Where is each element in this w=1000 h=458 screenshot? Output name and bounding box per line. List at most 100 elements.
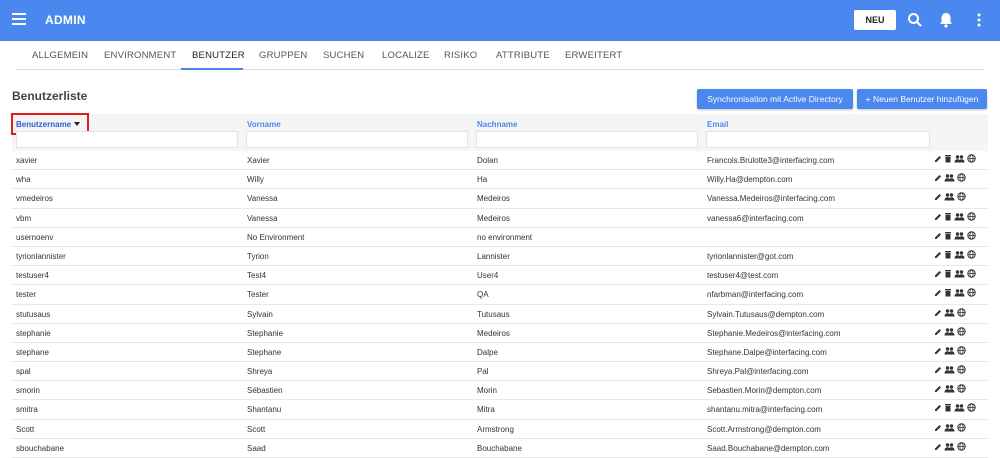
email-filter-input[interactable] [706, 131, 930, 148]
edit-icon[interactable] [934, 365, 942, 374]
edit-icon[interactable] [934, 154, 942, 163]
group-icon[interactable] [944, 327, 955, 336]
delete-icon[interactable] [944, 250, 952, 259]
column-header-firstname[interactable]: Vorname [247, 120, 281, 129]
delete-icon[interactable] [944, 154, 952, 163]
globe-icon[interactable] [957, 173, 966, 182]
group-icon[interactable] [944, 308, 955, 317]
edit-icon[interactable] [934, 403, 942, 412]
table-row[interactable]: wha Willy Ha Willy.Ha@dempton.com [12, 170, 988, 190]
edit-icon[interactable] [934, 173, 942, 182]
table-row[interactable]: xavier Xavier Dolan Francois.Brulotte3@inte… [12, 151, 988, 171]
delete-icon[interactable] [944, 231, 952, 240]
username-cell: stephanie [16, 328, 51, 338]
group-icon[interactable] [954, 269, 965, 278]
sync-active-directory-button[interactable]: Synchronisation mit Active Directory [697, 89, 853, 109]
column-header-lastname[interactable]: Nachname [477, 120, 517, 129]
table-row[interactable]: spal Shreya Pal Shreya.Pal@interfacing.com [12, 362, 988, 382]
group-icon[interactable] [954, 250, 965, 259]
table-row[interactable]: smitra Shantanu Mitra shantanu.mitra@interf… [12, 400, 988, 420]
globe-icon[interactable] [957, 442, 966, 451]
edit-icon[interactable] [934, 346, 942, 355]
group-icon[interactable] [944, 192, 955, 201]
tab-risiko[interactable]: RISIKO [444, 50, 477, 61]
tab-gruppen[interactable]: GRUPPEN [259, 50, 307, 61]
edit-icon[interactable] [934, 423, 942, 432]
globe-icon[interactable] [957, 326, 966, 336]
group-icon[interactable] [944, 365, 955, 374]
username-cell: Scott [16, 424, 35, 434]
table-row[interactable]: vmedeiros Vanessa Medeiros Vanessa.Medeiros… [12, 189, 988, 209]
delete-icon[interactable] [944, 403, 952, 412]
more-vertical-icon[interactable] [970, 11, 988, 29]
table-row[interactable]: usernoenv No Environment no environment [12, 228, 988, 247]
globe-icon[interactable] [967, 231, 976, 240]
column-header-email[interactable]: Email [707, 120, 728, 129]
group-icon[interactable] [954, 231, 965, 240]
new-button[interactable]: NEU [854, 10, 896, 30]
delete-icon[interactable] [944, 288, 952, 297]
edit-icon[interactable] [934, 442, 942, 451]
globe-icon[interactable] [957, 307, 966, 317]
table-row[interactable]: stephane Stephane Dalpe Stephane.Dalpe@inte… [12, 343, 988, 363]
group-icon[interactable] [954, 288, 965, 297]
firstname-cell: No Environment [247, 232, 305, 242]
group-icon[interactable] [944, 442, 955, 451]
firstname-cell: Stephanie [247, 328, 284, 338]
delete-icon[interactable] [944, 212, 952, 221]
tab-attribute[interactable]: ATTRIBUTE [496, 50, 550, 61]
tab-localize[interactable]: LOCALIZE [382, 50, 430, 61]
add-user-button[interactable]: + Neuen Benutzer hinzufügen [857, 89, 987, 109]
edit-icon[interactable] [934, 308, 942, 317]
table-row[interactable]: smorin Sébastien Morin Sebastien.Morin@demp… [12, 381, 988, 401]
group-icon[interactable] [944, 423, 955, 432]
globe-icon[interactable] [967, 211, 976, 221]
edit-icon[interactable] [934, 327, 942, 336]
group-icon[interactable] [944, 346, 955, 355]
globe-icon[interactable] [957, 384, 966, 393]
group-icon[interactable] [954, 154, 965, 163]
delete-icon[interactable] [944, 269, 952, 278]
firstname-filter-input[interactable] [246, 131, 468, 148]
table-row[interactable]: stephanie Stephanie Medeiros Stephanie.Mede… [12, 324, 988, 343]
menu-icon[interactable] [12, 13, 26, 27]
tab-suchen[interactable]: SUCHEN [323, 50, 364, 61]
lastname-cell: Medeiros [477, 213, 510, 223]
table-row[interactable]: tyrionlannister Tyrion Lannister tyrionlann… [12, 247, 988, 267]
edit-icon[interactable] [934, 231, 942, 240]
bell-icon[interactable] [937, 11, 955, 29]
table-row[interactable]: Scott Scott Armstrong Scott.Armstrong@dempt… [12, 420, 988, 439]
globe-icon[interactable] [967, 288, 976, 298]
edit-icon[interactable] [934, 212, 942, 221]
globe-icon[interactable] [967, 403, 976, 413]
group-icon[interactable] [954, 403, 965, 412]
tab-benutzer[interactable]: BENUTZER [192, 50, 245, 61]
table-row[interactable]: tester Tester QA nfarbman@interfacing.com [12, 285, 988, 305]
globe-icon[interactable] [957, 365, 966, 374]
lastname-filter-input[interactable] [476, 131, 698, 148]
row-actions [934, 173, 968, 185]
username-filter-input[interactable] [16, 131, 238, 148]
globe-icon[interactable] [957, 422, 966, 432]
table-row[interactable]: vbm Vanessa Medeiros vanessa6@interfacing.c… [12, 209, 988, 228]
group-icon[interactable] [944, 384, 955, 393]
globe-icon[interactable] [967, 250, 976, 259]
edit-icon[interactable] [934, 288, 942, 297]
search-icon[interactable] [906, 11, 924, 29]
tab-environment[interactable]: ENVIRONMENT [104, 50, 176, 61]
globe-icon[interactable] [967, 154, 976, 163]
globe-icon[interactable] [967, 269, 976, 278]
edit-icon[interactable] [934, 384, 942, 393]
edit-icon[interactable] [934, 269, 942, 278]
group-icon[interactable] [944, 173, 955, 182]
edit-icon[interactable] [934, 250, 942, 259]
edit-icon[interactable] [934, 192, 942, 201]
globe-icon[interactable] [957, 346, 966, 355]
table-row[interactable]: sbouchabane Saad Bouchabane Saad.Bouchabane… [12, 439, 988, 458]
globe-icon[interactable] [957, 192, 966, 202]
group-icon[interactable] [954, 212, 965, 221]
table-row[interactable]: stutusaus Sylvain Tutusaus Sylvain.Tutusaus… [12, 305, 988, 324]
table-row[interactable]: testuser4 Test4 User4 testuser4@test.com [12, 266, 988, 286]
tab-erweitert[interactable]: ERWEITERT [565, 50, 622, 61]
tab-allgemein[interactable]: ALLGEMEIN [32, 50, 88, 61]
